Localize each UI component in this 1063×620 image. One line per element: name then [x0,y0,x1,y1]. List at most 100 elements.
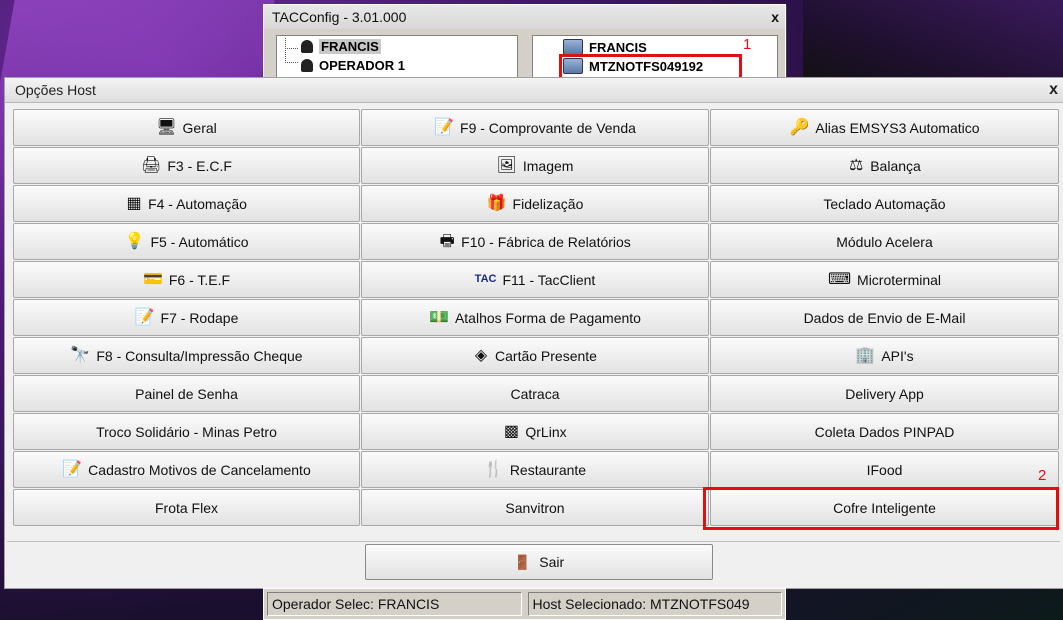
option-button-coleta-dados-pinpad[interactable]: Coleta Dados PINPAD [710,413,1059,450]
tree-line [285,48,298,63]
host-item-francis[interactable]: FRANCIS [563,39,647,55]
option-button-label: Imagem [522,157,574,174]
binoculars-icon: 🔭 [70,346,91,364]
option-button-f6-t-e-f[interactable]: 💳 F6 - T.E.F [13,261,360,298]
status-operator: Operador Selec: FRANCIS [267,592,522,616]
image-icon: 🖼 [496,156,517,174]
tree-item-label: OPERADOR 1 [319,58,405,73]
gift-icon: 🎁 [486,194,507,212]
option-button-label: Atalhos Forma de Pagamento [454,309,641,326]
option-button-f3-e-c-f[interactable]: 🖨 F3 - E.C.F [13,147,360,184]
exit-button-label: Sair [539,554,565,570]
option-button-teclado-automacao[interactable]: Teclado Automação [710,185,1059,222]
money-icon: 💵 [429,308,449,326]
option-button-frota-flex[interactable]: Frota Flex [13,489,360,526]
key-icon: 🔑 [789,118,810,136]
annotation-number-1: 1 [743,36,752,53]
operator-tree: FRANCIS OPERADOR 1 [276,35,518,83]
option-button-label: Teclado Automação [823,195,946,212]
option-button-label: Fidelização [512,195,584,212]
status-host: Host Selecionado: MTZNOTFS049 [527,592,782,616]
option-button-balanca[interactable]: ⚖ Balança [710,147,1059,184]
option-button-label: F6 - T.E.F [168,271,231,288]
option-button-f5-automatico[interactable]: 💡 F5 - Automático [13,223,360,260]
option-button-f4-automacao[interactable]: ▦ F4 - Automação [13,185,360,222]
card-icon: 💳 [142,270,163,288]
option-button-restaurante[interactable]: 🍴 Restaurante [361,451,709,488]
option-button-label: Frota Flex [154,499,218,516]
option-button-microterminal[interactable]: ⌨ Microterminal [710,261,1059,298]
option-button-alias-emsys3-automatico[interactable]: 🔑 Alias EMSYS3 Automatico [710,109,1059,146]
host-options-titlebar: Opções Host x [5,78,1063,103]
printer-icon: 🖨 [141,156,162,174]
option-button-catraca[interactable]: Catraca [361,375,709,412]
gift-card-icon: ◈ [474,346,488,364]
option-button-label: F9 - Comprovante de Venda [460,119,636,136]
host-options-close-button[interactable]: x [1049,81,1058,99]
option-button-label: F4 - Automação [148,195,247,212]
option-button-label: F7 - Rodape [160,309,239,326]
option-button-label: Sanvitron [505,499,565,516]
option-button-label: Geral [182,119,217,136]
option-button-atalhos-forma-de-pagamento[interactable]: 💵 Atalhos Forma de Pagamento [361,299,709,336]
option-button-f10-fabrica-de-relatorios[interactable]: 🖶 F10 - Fábrica de Relatórios [361,223,709,260]
keyboard-icon: ⌨ [827,270,852,288]
options-button-grid: 🖥 Geral 📝 F9 - Comprovante de Venda 🔑 Alias E… [13,109,1062,527]
option-button-label: QrLinx [525,423,567,440]
printer-icon: 🖶 [439,232,455,250]
option-button-f7-rodape[interactable]: 📝 F7 - Rodape [13,299,360,336]
option-button-label: F10 - Fábrica de Relatórios [461,233,631,250]
notepad-icon: 📝 [434,118,455,136]
notepad-icon: 📝 [134,308,155,326]
option-button-qrlinx[interactable]: ▩ QrLinx [361,413,709,450]
option-button-api-s[interactable]: 🏢 API's [710,337,1059,374]
option-button-fidelizacao[interactable]: 🎁 Fidelização [361,185,709,222]
option-button-label: Delivery App [845,385,924,402]
option-button-label: Troco Solidário - Minas Petro [96,423,277,440]
option-button-label: Balança [870,157,921,174]
option-button-cartao-presente[interactable]: ◈ Cartão Presente [361,337,709,374]
host-item-label: FRANCIS [589,39,647,55]
option-button-painel-de-senha[interactable]: Painel de Senha [13,375,360,412]
desktop-background-right [803,0,1063,85]
option-button-label: Catraca [510,385,560,402]
option-button-troco-solidario-minas-petro[interactable]: Troco Solidário - Minas Petro [13,413,360,450]
tree-item-francis[interactable]: FRANCIS [301,39,381,54]
option-button-imagem[interactable]: 🖼 Imagem [361,147,709,184]
option-button-label: Alias EMSYS3 Automatico [815,119,980,136]
lightbulb-icon: 💡 [124,232,145,250]
option-button-ifood[interactable]: IFood [710,451,1059,488]
option-button-label: Painel de Senha [135,385,238,402]
annotation-box-2 [703,487,1059,530]
option-button-cadastro-motivos-de-cancelamento[interactable]: 📝 Cadastro Motivos de Cancelamento [13,451,360,488]
exit-button[interactable]: 🚪 Sair [365,544,713,580]
option-button-label: API's [881,347,914,364]
divider [7,541,1060,542]
option-button-label: Dados de Envio de E-Mail [803,309,966,326]
option-button-modulo-acelera[interactable]: Módulo Acelera [710,223,1059,260]
option-button-sanvitron[interactable]: Sanvitron [361,489,709,526]
option-button-dados-de-envio-de-e-mail[interactable]: Dados de Envio de E-Mail [710,299,1059,336]
option-button-label: Módulo Acelera [836,233,933,250]
option-button-geral[interactable]: 🖥 Geral [13,109,360,146]
option-button-label: F11 - TacClient [502,271,596,288]
status-bar: Operador Selec: FRANCIS Host Selecionado… [263,588,786,620]
option-button-delivery-app[interactable]: Delivery App [710,375,1059,412]
option-button-f11-tacclient[interactable]: TAC F11 - TacClient [361,261,709,298]
scale-icon: ⚖ [849,156,864,174]
option-button-f9-comprovante-de-venda[interactable]: 📝 F9 - Comprovante de Venda [361,109,709,146]
option-button-label: F3 - E.C.F [167,157,232,174]
option-button-label: Microterminal [857,271,942,288]
building-icon: 🏢 [855,346,876,364]
qrcode-icon: ▩ [503,422,519,440]
option-button-label: F8 - Consulta/Impressão Cheque [96,347,303,364]
option-button-label: F5 - Automático [150,233,249,250]
tree-item-label: FRANCIS [319,39,381,54]
tacconfig-title: TACConfig - 3.01.000 [272,9,407,25]
notepad-icon: 📝 [62,460,83,478]
tacconfig-close-button[interactable]: x [771,9,779,25]
user-icon [301,40,313,53]
tree-item-operador-1[interactable]: OPERADOR 1 [301,58,405,73]
user-icon [301,59,313,72]
option-button-f8-consulta-impressao-cheque[interactable]: 🔭 F8 - Consulta/Impressão Cheque [13,337,360,374]
